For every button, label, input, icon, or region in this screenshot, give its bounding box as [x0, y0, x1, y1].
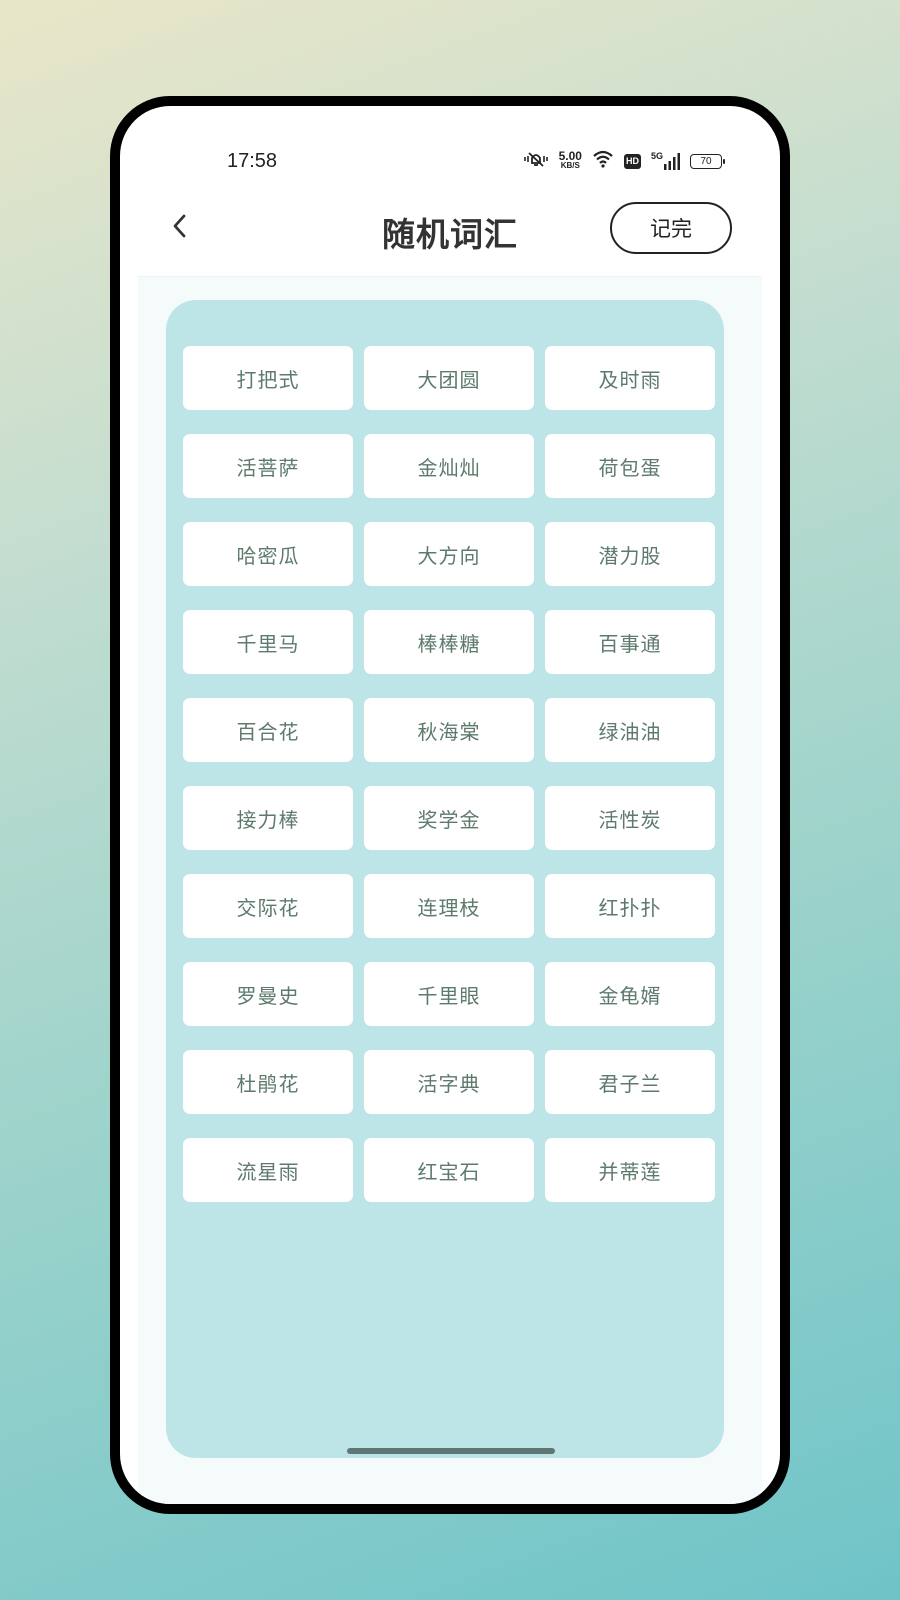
- word-card[interactable]: 百事通: [545, 610, 715, 674]
- net-speed-unit: KB/S: [560, 161, 580, 170]
- signal-5g-icon: 5G: [651, 152, 680, 170]
- phone-frame: 17:58 5.00 KB/S HD 5G 70 随机词汇 记完 打把式 大团圆…: [110, 96, 790, 1514]
- hd-icon: HD: [623, 153, 641, 169]
- status-bar: 17:58 5.00 KB/S HD 5G 70: [120, 106, 780, 178]
- word-card[interactable]: 杜鹃花: [183, 1050, 353, 1114]
- signal-5g-label: 5G: [650, 151, 663, 161]
- word-card[interactable]: 大方向: [364, 522, 534, 586]
- word-card[interactable]: 红扑扑: [545, 874, 715, 938]
- battery-level: 70: [700, 155, 712, 167]
- word-card[interactable]: 大团圆: [364, 346, 534, 410]
- net-speed-value: 5.00: [558, 149, 582, 163]
- net-speed: 5.00 KB/S: [558, 149, 582, 170]
- home-indicator[interactable]: [347, 1448, 555, 1454]
- word-card[interactable]: 棒棒糖: [364, 610, 534, 674]
- battery-icon: 70: [690, 153, 725, 169]
- word-card[interactable]: 百合花: [183, 698, 353, 762]
- word-card[interactable]: 打把式: [183, 346, 353, 410]
- word-card[interactable]: 奖学金: [364, 786, 534, 850]
- word-panel: 打把式 大团圆 及时雨活菩萨 金灿灿 荷包蛋哈密瓜 大方向 潜力股千里马 棒棒糖 百事通百合花秋…: [166, 300, 724, 1458]
- word-card[interactable]: 罗曼史: [183, 962, 353, 1026]
- word-card[interactable]: 金灿灿: [364, 434, 534, 498]
- wifi-icon: [592, 150, 614, 172]
- word-card[interactable]: 秋海棠: [364, 698, 534, 762]
- done-button[interactable]: 记完: [610, 202, 732, 254]
- word-card[interactable]: 活性炭: [545, 786, 715, 850]
- status-icons: 5.00 KB/S HD 5G 70: [523, 149, 725, 172]
- word-card[interactable]: 千里眼: [364, 962, 534, 1026]
- word-card[interactable]: 流星雨: [183, 1138, 353, 1202]
- app-header: 随机词汇 记完: [120, 188, 780, 284]
- app-screen: 17:58 5.00 KB/S HD 5G 70 随机词汇 记完 打把式 大团圆…: [120, 106, 780, 1504]
- word-card[interactable]: 君子兰: [545, 1050, 715, 1114]
- word-card[interactable]: 活菩萨: [183, 434, 353, 498]
- word-card[interactable]: 接力棒: [183, 786, 353, 850]
- word-grid: 打把式 大团圆 及时雨活菩萨 金灿灿 荷包蛋哈密瓜 大方向 潜力股千里马 棒棒糖 百事通百合花秋…: [183, 346, 715, 1202]
- word-card[interactable]: 活字典: [364, 1050, 534, 1114]
- word-card[interactable]: 金龟婿: [545, 962, 715, 1026]
- word-card[interactable]: 并蒂莲: [545, 1138, 715, 1202]
- word-card[interactable]: 交际花: [183, 874, 353, 938]
- word-card[interactable]: 潜力股: [545, 522, 715, 586]
- word-card[interactable]: 绿油油: [545, 698, 715, 762]
- word-card[interactable]: 及时雨: [545, 346, 715, 410]
- word-card[interactable]: 千里马: [183, 610, 353, 674]
- word-card[interactable]: 哈密瓜: [183, 522, 353, 586]
- status-time: 17:58: [227, 150, 278, 172]
- vibrate-mute-icon: [523, 150, 549, 172]
- word-card[interactable]: 连理枝: [364, 874, 534, 938]
- word-card[interactable]: 红宝石: [364, 1138, 534, 1202]
- word-card[interactable]: 荷包蛋: [545, 434, 715, 498]
